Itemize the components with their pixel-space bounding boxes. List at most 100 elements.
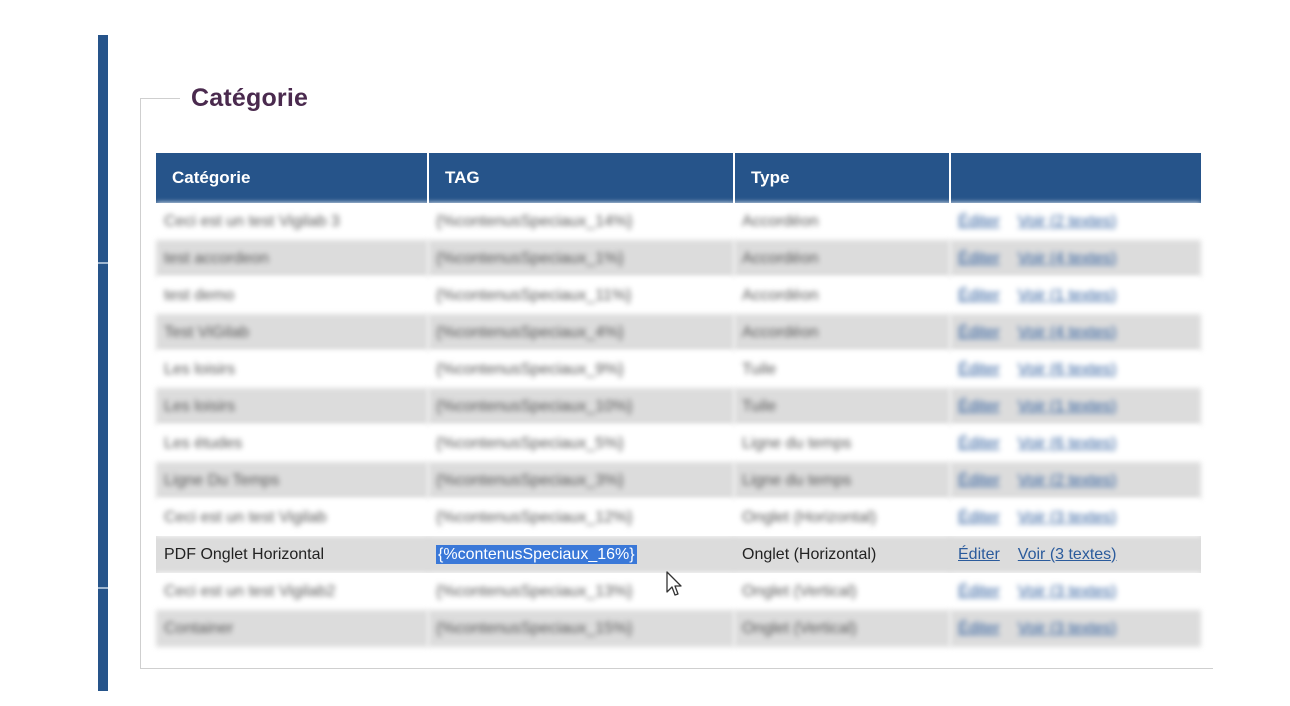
table-row: Les études {%contenusSpeciaux_5%} Ligne du… — [156, 425, 1201, 462]
edit-link[interactable]: Éditer — [958, 472, 1000, 489]
edit-link[interactable]: Éditer — [958, 250, 1000, 267]
column-header-tag[interactable]: TAG — [428, 153, 735, 203]
tag-text: {%contenusSpeciaux_1%} — [436, 249, 624, 267]
tag-text: {%contenusSpeciaux_5%} — [436, 434, 624, 452]
table-row: Test ViGilab {%contenusSpeciaux_4%} Accord… — [156, 314, 1201, 351]
view-texts-link[interactable]: Voir (6 textes) — [1018, 435, 1117, 452]
table-row: Les loisirs {%contenusSpeciaux_10%} Tuile É… — [156, 388, 1201, 425]
actions-cell: Éditer Voir (2 textes) — [950, 203, 1201, 240]
actions-cell: Éditer Voir (4 textes) — [950, 240, 1201, 277]
category-cell: Ligne Du Temps — [156, 462, 428, 499]
table-header-row: Catégorie TAG Type — [156, 153, 1201, 203]
type-cell: Onglet (Vertical) — [734, 573, 950, 610]
tag-text: {%contenusSpeciaux_3%} — [436, 471, 624, 489]
type-cell: Accordéon — [734, 240, 950, 277]
category-cell: Ceci est un test Vigilab 3 — [156, 203, 428, 240]
actions-cell: Éditer Voir (6 textes) — [950, 351, 1201, 388]
category-cell: test demo — [156, 277, 428, 314]
table-row: Container {%contenusSpeciaux_15%} Onglet (… — [156, 610, 1201, 647]
type-cell: Tuile — [734, 388, 950, 425]
edit-link[interactable]: Éditer — [958, 287, 1000, 304]
view-texts-link[interactable]: Voir (3 textes) — [1018, 583, 1117, 600]
view-texts-link[interactable]: Voir (4 textes) — [1018, 250, 1117, 267]
tag-text: {%contenusSpeciaux_4%} — [436, 323, 624, 341]
tag-cell: {%contenusSpeciaux_13%} — [428, 573, 734, 610]
section-title: Catégorie — [191, 84, 309, 112]
edit-link[interactable]: Éditer — [958, 361, 1000, 378]
tag-text: {%contenusSpeciaux_15%} — [436, 619, 633, 637]
tag-cell: {%contenusSpeciaux_5%} — [428, 425, 734, 462]
actions-cell: Éditer Voir (3 textes) — [950, 610, 1201, 647]
edit-link[interactable]: Éditer — [958, 213, 1000, 230]
type-cell: Accordéon — [734, 277, 950, 314]
tag-cell: {%contenusSpeciaux_4%} — [428, 314, 734, 351]
type-cell: Tuile — [734, 351, 950, 388]
actions-cell: Éditer Voir (3 textes) — [950, 573, 1201, 610]
table-row: Ceci est un test Vigilab {%contenusSpecia… — [156, 499, 1201, 536]
left-sidebar-edge — [98, 35, 108, 691]
edit-link[interactable]: Éditer — [958, 509, 1000, 526]
table-row: PDF Onglet Horizontal {%contenusSpeciaux_… — [156, 536, 1201, 573]
category-cell: Container — [156, 610, 428, 647]
category-cell: Test ViGilab — [156, 314, 428, 351]
type-cell: Accordéon — [734, 314, 950, 351]
view-texts-link[interactable]: Voir (1 textes) — [1018, 287, 1117, 304]
column-header-actions — [950, 153, 1201, 203]
edit-link[interactable]: Éditer — [958, 324, 1000, 341]
category-cell: PDF Onglet Horizontal — [156, 536, 428, 573]
tag-text: {%contenusSpeciaux_9%} — [436, 360, 624, 378]
view-texts-link[interactable]: Voir (1 textes) — [1018, 398, 1117, 415]
category-cell: test accordeon — [156, 240, 428, 277]
type-cell: Onglet (Horizontal) — [734, 499, 950, 536]
category-cell: Ceci est un test Vigilab — [156, 499, 428, 536]
actions-cell: Éditer Voir (2 textes) — [950, 462, 1201, 499]
tag-cell: {%contenusSpeciaux_1%} — [428, 240, 734, 277]
actions-cell: Éditer Voir (1 textes) — [950, 388, 1201, 425]
actions-cell: Éditer Voir (1 textes) — [950, 277, 1201, 314]
type-cell: Ligne du temps — [734, 425, 950, 462]
tag-cell: {%contenusSpeciaux_15%} — [428, 610, 734, 647]
edit-link[interactable]: Éditer — [958, 583, 1000, 600]
view-texts-link[interactable]: Voir (2 textes) — [1018, 213, 1117, 230]
column-header-category[interactable]: Catégorie — [156, 153, 429, 203]
table-row: Ceci est un test Vigilab 3 {%contenusSpec… — [156, 203, 1201, 240]
tag-cell: {%contenusSpeciaux_9%} — [428, 351, 734, 388]
category-cell: Ceci est un test Vigilab2 — [156, 573, 428, 610]
category-cell: Les études — [156, 425, 428, 462]
view-texts-link[interactable]: Voir (3 textes) — [1018, 620, 1117, 637]
tag-cell: {%contenusSpeciaux_16%} — [428, 536, 734, 573]
actions-cell: Éditer Voir (3 textes) — [950, 499, 1201, 536]
sidebar-divider — [98, 262, 108, 264]
edit-link[interactable]: Éditer — [958, 620, 1000, 637]
mouse-pointer-icon — [666, 571, 682, 596]
edit-link[interactable]: Éditer — [958, 398, 1000, 415]
type-cell: Onglet (Horizontal) — [734, 536, 950, 573]
selected-tag-text[interactable]: {%contenusSpeciaux_16%} — [436, 544, 637, 564]
table-row: Les loisirs {%contenusSpeciaux_9%} Tuile Éd… — [156, 351, 1201, 388]
view-texts-link[interactable]: Voir (6 textes) — [1018, 361, 1117, 378]
sidebar-divider — [98, 587, 108, 589]
view-texts-link[interactable]: Voir (4 textes) — [1018, 324, 1117, 341]
edit-link[interactable]: Éditer — [958, 435, 1000, 452]
category-cell: Les loisirs — [156, 388, 428, 425]
category-cell: Les loisirs — [156, 351, 428, 388]
type-cell: Accordéon — [734, 203, 950, 240]
table-row: Ligne Du Temps {%contenusSpeciaux_3%} Lign… — [156, 462, 1201, 499]
fieldset-legend-line — [140, 98, 180, 99]
table-row: test demo {%contenusSpeciaux_11%} Accordéo… — [156, 277, 1201, 314]
actions-cell: Éditer Voir (4 textes) — [950, 314, 1201, 351]
view-texts-link[interactable]: Voir (3 textes) — [1018, 509, 1117, 526]
edit-link[interactable]: Éditer — [958, 546, 1000, 563]
actions-cell: Éditer Voir (6 textes) — [950, 425, 1201, 462]
tag-text: {%contenusSpeciaux_12%} — [436, 508, 633, 526]
tag-text: {%contenusSpeciaux_14%} — [436, 212, 633, 230]
view-texts-link[interactable]: Voir (3 textes) — [1018, 546, 1117, 563]
column-header-type[interactable]: Type — [734, 153, 951, 203]
tag-text: {%contenusSpeciaux_11%} — [436, 286, 632, 304]
tag-text: {%contenusSpeciaux_13%} — [436, 582, 633, 600]
view-texts-link[interactable]: Voir (2 textes) — [1018, 472, 1117, 489]
tag-text: {%contenusSpeciaux_10%} — [436, 397, 633, 415]
type-cell: Ligne du temps — [734, 462, 950, 499]
actions-cell: Éditer Voir (3 textes) — [950, 536, 1201, 573]
tag-cell: {%contenusSpeciaux_12%} — [428, 499, 734, 536]
